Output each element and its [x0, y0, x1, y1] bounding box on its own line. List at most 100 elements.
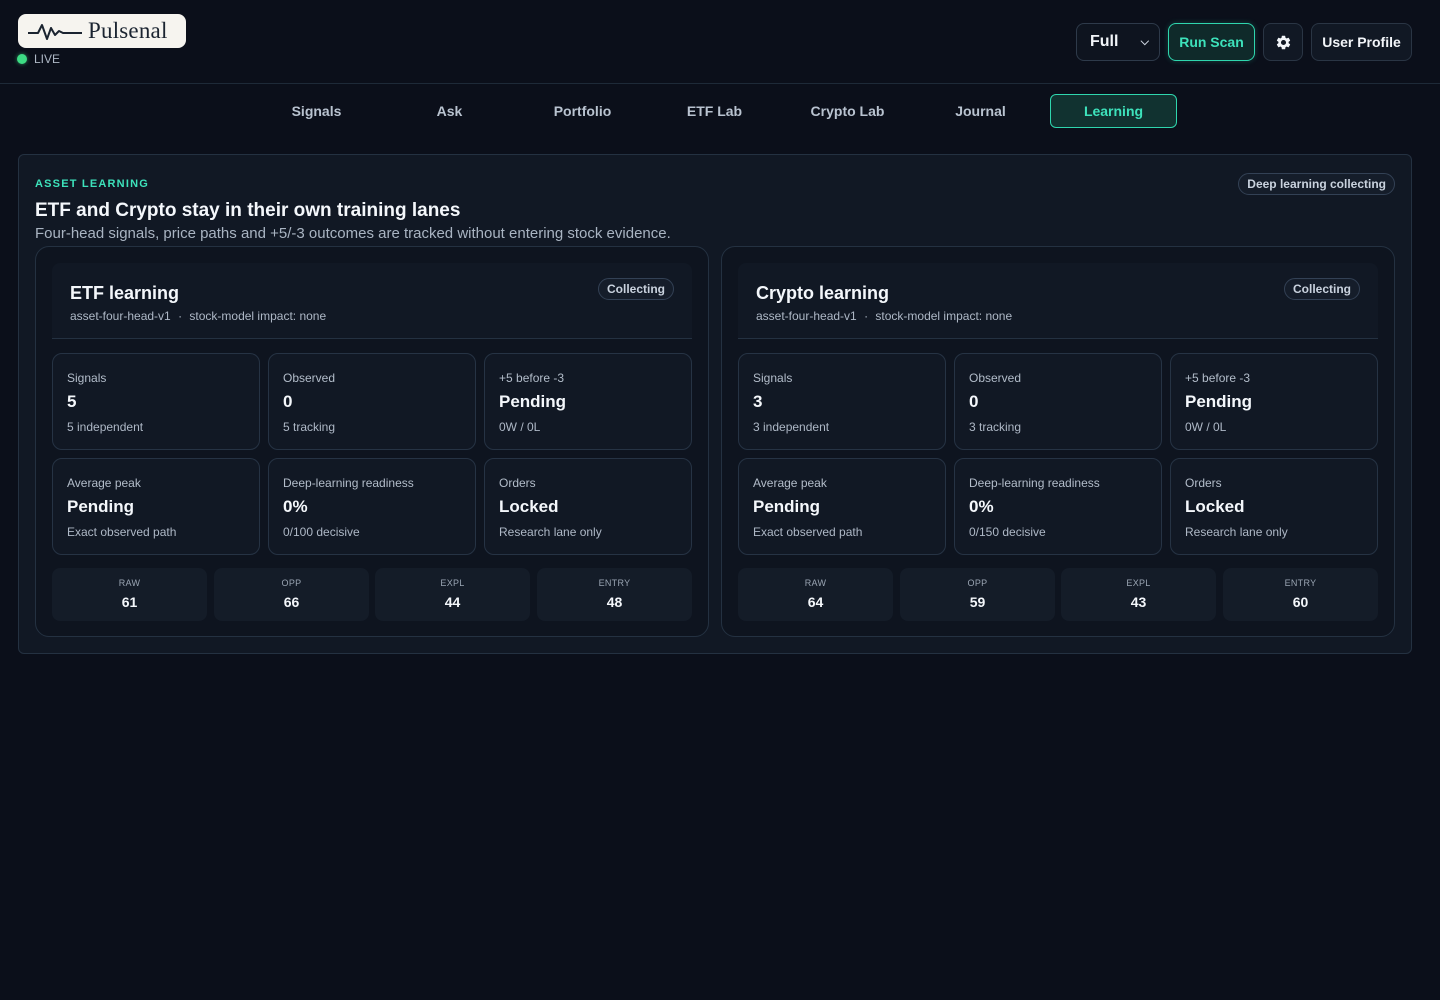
tab-ask[interactable]: Ask — [386, 94, 513, 128]
stat-value: Locked — [1185, 497, 1245, 516]
lane-header: ETF learning asset-four-head-v1 · stock-… — [52, 263, 692, 339]
tab-signals[interactable]: Signals — [253, 94, 380, 128]
stat-label: Deep-learning readiness — [283, 476, 414, 490]
stat-note: Research lane only — [1185, 525, 1288, 539]
lane-title: Crypto learning — [756, 283, 890, 303]
gear-icon — [1276, 35, 1290, 49]
stat-note: Exact observed path — [753, 525, 863, 539]
lane-title: ETF learning — [70, 283, 180, 303]
tab-learning[interactable]: Learning — [1050, 94, 1177, 128]
page-title: ETF and Crypto stay in their own trainin… — [35, 200, 461, 221]
score-value: 60 — [1292, 594, 1309, 610]
score-label: ENTRY — [598, 578, 631, 588]
stat-note: 0W / 0L — [1185, 420, 1227, 434]
tab-portfolio[interactable]: Portfolio — [519, 94, 646, 128]
settings-button[interactable] — [1263, 23, 1303, 61]
stat-note: 0/100 decisive — [283, 525, 360, 539]
stat-value: Locked — [499, 497, 559, 516]
stat-note: 0/150 decisive — [969, 525, 1046, 539]
tab-etf-lab[interactable]: ETF Lab — [651, 94, 778, 128]
model-version: asset-four-head-v1 — [756, 309, 857, 323]
stat-note: 3 independent — [753, 420, 830, 434]
stat-value: 5 — [67, 392, 77, 411]
stat-card-outcome: +5 before -3 Pending 0W / 0L — [484, 353, 692, 450]
pulse-icon — [28, 24, 82, 40]
stat-label: Average peak — [67, 476, 141, 490]
mode-select[interactable]: Full ⌵ — [1076, 23, 1160, 61]
run-scan-button[interactable]: Run Scan — [1168, 23, 1255, 61]
stat-label: Signals — [753, 371, 793, 385]
score-label: EXPL — [1126, 578, 1151, 588]
score-raw: RAW 61 — [52, 568, 207, 621]
score-entry: ENTRY 60 — [1223, 568, 1378, 621]
status-badge: Deep learning collecting — [1238, 173, 1395, 195]
stat-card-average-peak: Average peak Pending Exact observed path — [52, 458, 260, 555]
score-value: 59 — [969, 594, 986, 610]
score-value: 61 — [121, 594, 138, 610]
stat-label: +5 before -3 — [1185, 371, 1251, 385]
stat-value: 3 — [753, 392, 763, 411]
meta-separator: · — [864, 309, 869, 323]
stat-card-signals: Signals 5 5 independent — [52, 353, 260, 450]
user-profile-button[interactable]: User Profile — [1311, 23, 1412, 61]
impact-note: stock-model impact: none — [189, 309, 327, 323]
brand-logo[interactable]: Pulsenal — [18, 14, 186, 48]
page-subtitle: Four-head signals, price paths and +5/-3… — [35, 225, 671, 242]
score-value: 44 — [444, 594, 461, 610]
brand-name: Pulsenal — [88, 18, 168, 43]
main-nav: Signals Ask Portfolio ETF Lab Crypto Lab… — [0, 94, 1440, 128]
stat-value: Pending — [67, 497, 135, 516]
stat-label: +5 before -3 — [499, 371, 565, 385]
lane-meta: asset-four-head-v1 · stock-model impact:… — [756, 309, 1012, 323]
score-entry: ENTRY 48 — [537, 568, 692, 621]
stat-note: 0W / 0L — [499, 420, 541, 434]
section-eyebrow: ASSET LEARNING — [35, 178, 149, 190]
stat-note: Research lane only — [499, 525, 602, 539]
tab-crypto-lab[interactable]: Crypto Lab — [784, 94, 911, 128]
stat-card-readiness: Deep-learning readiness 0% 0/100 decisiv… — [268, 458, 476, 555]
mode-select-value: Full — [1090, 33, 1119, 50]
chevron-down-icon: ⌵ — [1140, 35, 1149, 48]
meta-separator: · — [178, 309, 183, 323]
stat-label: Observed — [969, 371, 1022, 385]
stat-note: 5 tracking — [283, 420, 336, 434]
model-version: asset-four-head-v1 — [70, 309, 171, 323]
stat-value: 0 — [283, 392, 293, 411]
stat-card-observed: Observed 0 5 tracking — [268, 353, 476, 450]
etf-learning-card: ETF learning asset-four-head-v1 · stock-… — [35, 246, 709, 637]
stat-label: Observed — [283, 371, 336, 385]
score-label: OPP — [281, 578, 302, 588]
crypto-learning-card: Crypto learning asset-four-head-v1 · sto… — [721, 246, 1395, 637]
stat-value: Pending — [499, 392, 567, 411]
live-dot-icon — [17, 54, 27, 64]
stat-note: 5 independent — [67, 420, 144, 434]
asset-learning-panel: ASSET LEARNING ETF and Crypto stay in th… — [18, 154, 1412, 654]
score-label: OPP — [967, 578, 988, 588]
stat-label: Signals — [67, 371, 107, 385]
score-label: EXPL — [440, 578, 465, 588]
lane-meta: asset-four-head-v1 · stock-model impact:… — [70, 309, 326, 323]
stat-label: Orders — [1185, 476, 1222, 490]
stat-card-outcome: +5 before -3 Pending 0W / 0L — [1170, 353, 1378, 450]
stat-label: Orders — [499, 476, 536, 490]
score-label: ENTRY — [1284, 578, 1317, 588]
stat-card-observed: Observed 0 3 tracking — [954, 353, 1162, 450]
stat-card-orders: Orders Locked Research lane only — [1170, 458, 1378, 555]
stat-card-average-peak: Average peak Pending Exact observed path — [738, 458, 946, 555]
score-raw: RAW 64 — [738, 568, 893, 621]
score-opp: OPP 66 — [214, 568, 369, 621]
tab-journal[interactable]: Journal — [917, 94, 1044, 128]
live-label: LIVE — [34, 52, 61, 66]
live-indicator: LIVE — [17, 52, 60, 66]
stat-note: Exact observed path — [67, 525, 177, 539]
score-value: 64 — [807, 594, 824, 610]
stat-value: Pending — [1185, 392, 1253, 411]
stat-label: Average peak — [753, 476, 827, 490]
stat-card-signals: Signals 3 3 independent — [738, 353, 946, 450]
score-label: RAW — [118, 578, 141, 588]
score-value: 66 — [283, 594, 300, 610]
stat-value: 0% — [283, 497, 308, 516]
app-header: Pulsenal LIVE Full ⌵ Run Scan User Profi… — [0, 0, 1440, 84]
score-opp: OPP 59 — [900, 568, 1055, 621]
stat-value: Pending — [753, 497, 821, 516]
